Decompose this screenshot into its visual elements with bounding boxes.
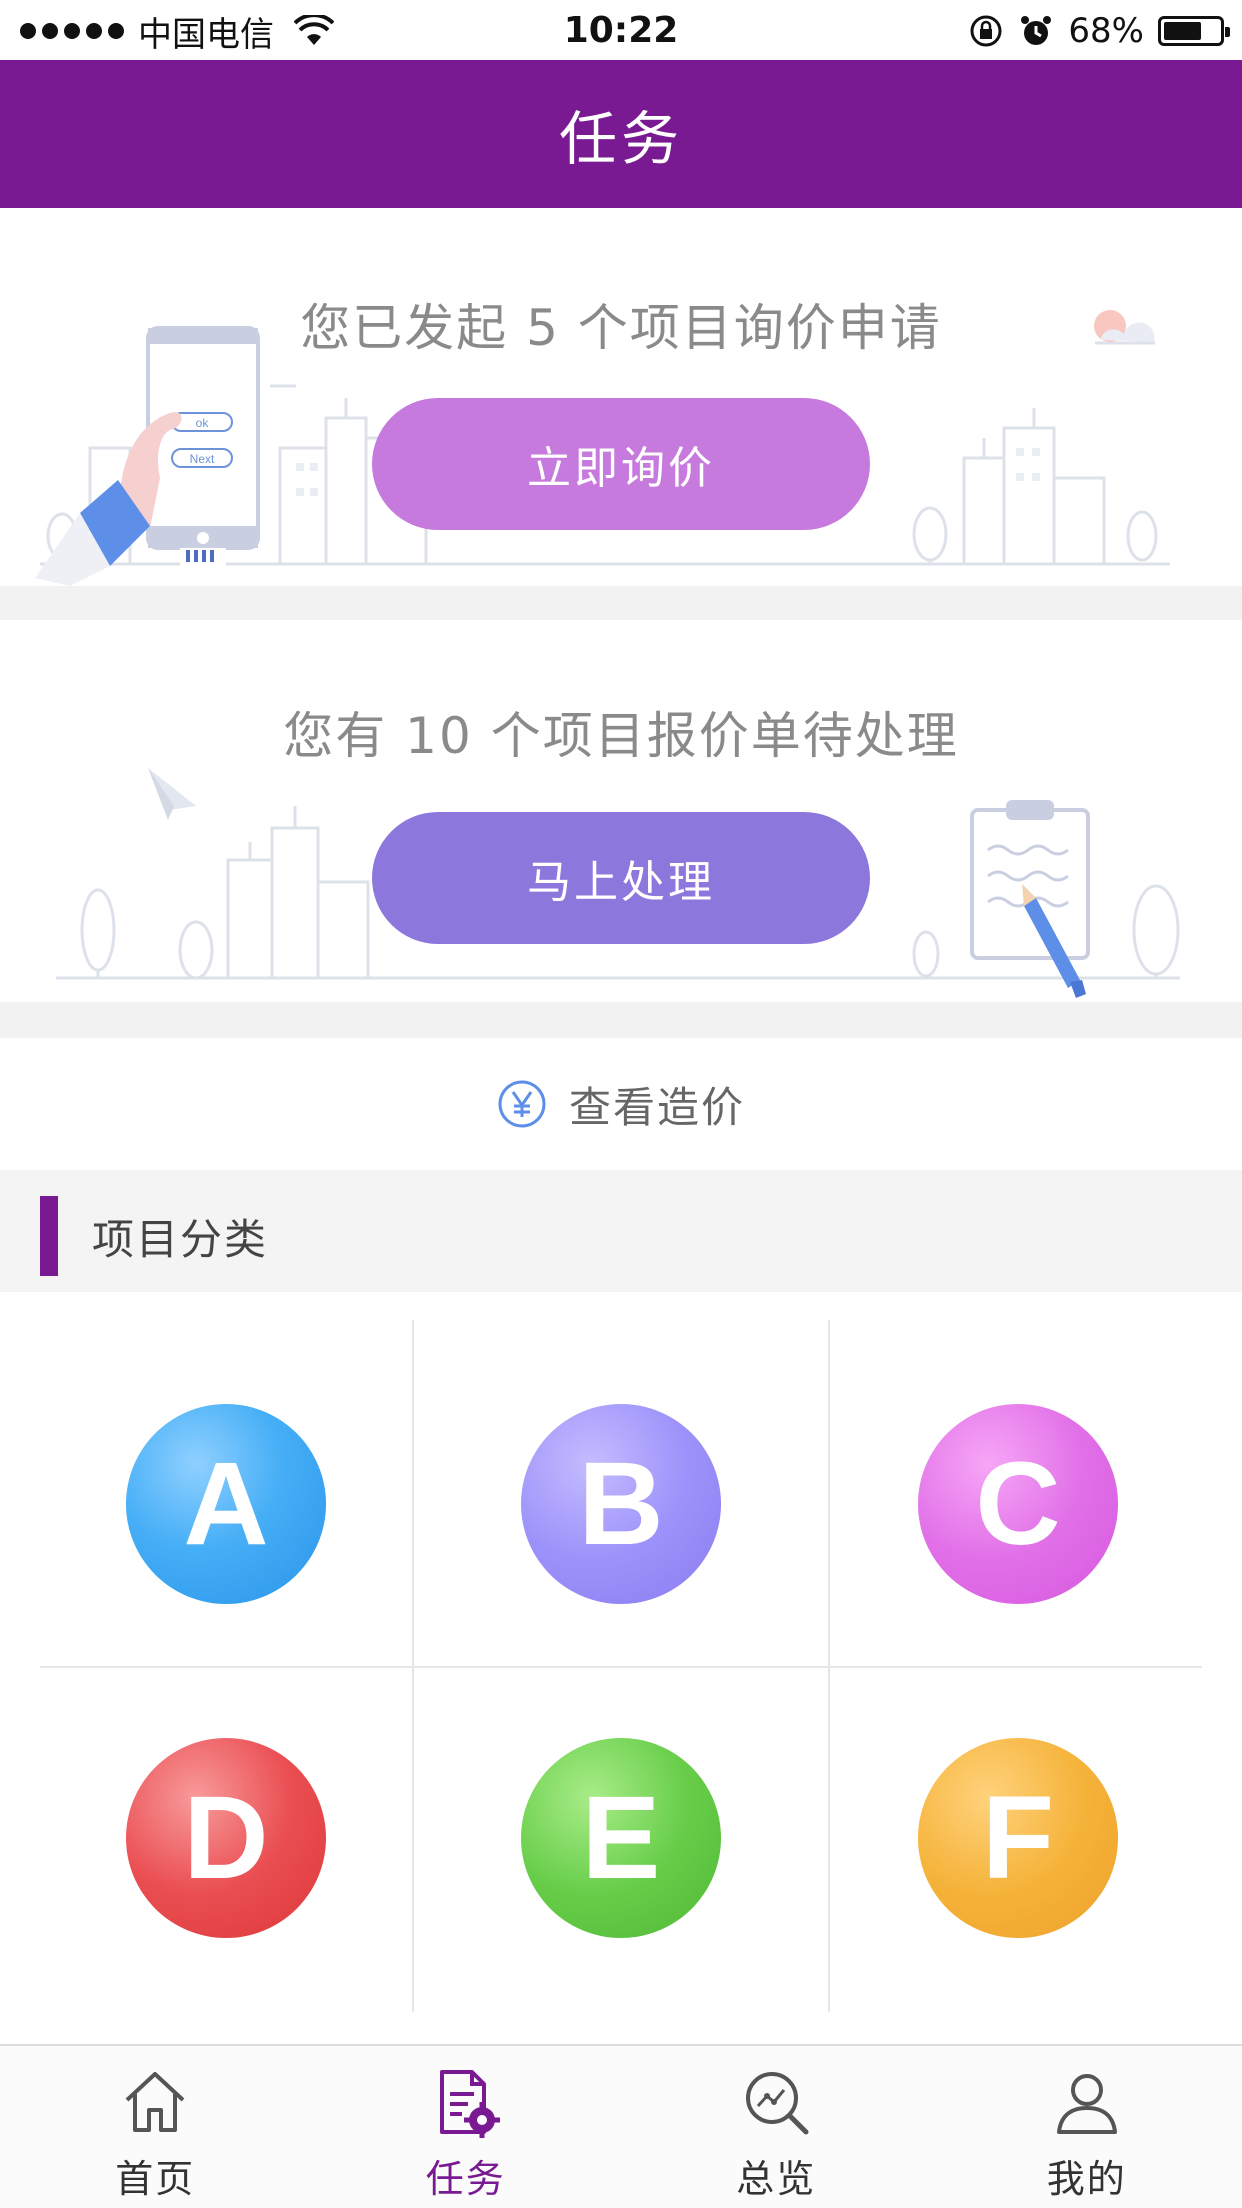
city-clipboard-illustration	[56, 768, 1180, 998]
page-title: 任务	[558, 105, 683, 173]
grid-divider	[40, 1666, 1202, 1668]
inquiry-summary-text: 您已发起 5 个项目询价申请	[300, 299, 942, 357]
section-accent-bar	[40, 1196, 58, 1276]
signal-strength-icon	[20, 23, 124, 39]
section-title: 项目分类	[92, 1215, 269, 1264]
category-a-badge: A	[126, 1404, 326, 1604]
process-now-button[interactable]: 马上处理	[372, 812, 870, 944]
profile-icon	[1056, 2074, 1117, 2134]
category-cell-b[interactable]: B	[431, 1344, 811, 1664]
task-icon	[439, 2070, 500, 2138]
bottom-tab-bar: 首页 任务 总览 我的	[0, 2044, 1242, 2208]
category-e-badge: E	[521, 1738, 721, 1938]
status-right: 68%	[968, 8, 1230, 54]
inquire-now-button[interactable]: 立即询价	[372, 398, 870, 530]
section-header: 项目分类	[0, 1170, 1242, 1292]
tab-home[interactable]: 首页	[0, 2046, 311, 2208]
category-cell-a[interactable]: A	[36, 1344, 416, 1664]
tab-overview-label: 总览	[736, 2157, 817, 2201]
alarm-icon	[1021, 16, 1052, 45]
quote-summary-text: 您有 10 个项目报价单待处理	[283, 707, 959, 765]
battery-percentage: 68%	[1068, 11, 1144, 51]
wifi-icon	[294, 15, 334, 45]
phone-ok-text: ok	[196, 416, 210, 430]
status-left: 中国电信	[20, 8, 334, 55]
view-price-label: 查看造价	[568, 1082, 745, 1132]
rotation-lock-icon	[970, 15, 1002, 47]
section-divider	[0, 1002, 1242, 1038]
status-bar: 中国电信 10:22 68%	[0, 0, 1242, 60]
category-cell-f[interactable]: F	[828, 1678, 1208, 1998]
category-f-badge: F	[918, 1738, 1118, 1938]
tab-task[interactable]: 任务	[311, 2046, 622, 2208]
battery-level	[1164, 22, 1201, 40]
category-b-badge: B	[521, 1404, 721, 1604]
overview-icon	[746, 2072, 809, 2135]
nav-header: 任务	[0, 60, 1242, 208]
category-cell-c[interactable]: C	[828, 1344, 1208, 1664]
tab-profile[interactable]: 我的	[932, 2046, 1242, 2208]
section-divider	[0, 586, 1242, 620]
category-grid: A B C D E F	[0, 1292, 1242, 2044]
tab-profile-label: 我的	[1046, 2157, 1127, 2201]
home-icon	[125, 2072, 185, 2132]
category-c-badge: C	[918, 1404, 1118, 1604]
tab-home-label: 首页	[115, 2157, 196, 2201]
battery-icon	[1158, 16, 1230, 46]
quote-card: 您有 10 个项目报价单待处理 马上处理	[0, 620, 1242, 1002]
tab-task-label: 任务	[425, 2157, 506, 2201]
category-cell-d[interactable]: D	[36, 1678, 416, 1998]
category-d-badge: D	[126, 1738, 326, 1938]
carrier-name: 中国电信	[138, 14, 274, 55]
inquiry-card: ok Next 您已发起 5 个项目询价申请 立即询价	[0, 208, 1242, 586]
category-cell-e[interactable]: E	[431, 1678, 811, 1998]
view-price-row[interactable]: 查看造价	[0, 1038, 1242, 1170]
phone-next-text: Next	[190, 452, 215, 466]
yen-icon	[498, 1080, 546, 1128]
tab-overview[interactable]: 总览	[621, 2046, 932, 2208]
